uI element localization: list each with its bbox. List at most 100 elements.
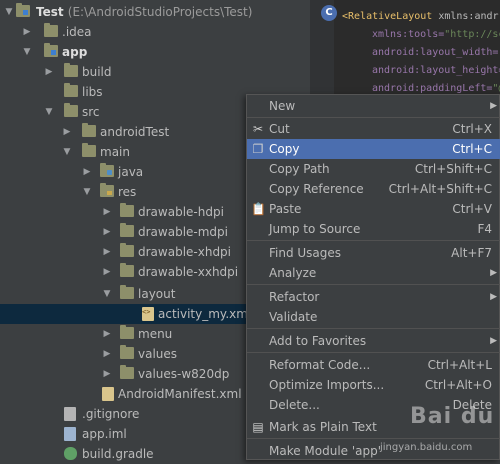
- iml-file-icon: [64, 427, 76, 441]
- menu-item-new[interactable]: New ▶: [247, 96, 500, 116]
- tree-item-label: layout: [138, 287, 176, 301]
- plain-text-icon: ▤: [252, 420, 264, 434]
- chevron-right-icon[interactable]: ▶: [102, 222, 112, 242]
- code-line-4: android:layout_height=: [372, 65, 500, 76]
- tree-item-label: values: [138, 347, 178, 361]
- folder-icon: [120, 223, 134, 237]
- tree-item-label: build: [82, 65, 112, 79]
- menu-item-refactor[interactable]: Refactor ▶: [247, 287, 500, 307]
- chevron-right-icon[interactable]: ▶: [102, 324, 112, 344]
- folder-icon: [120, 243, 134, 257]
- tree-item-label: drawable-xxhdpi: [138, 265, 239, 279]
- menu-separator: [247, 284, 500, 285]
- tree-item-label: libs: [82, 85, 103, 99]
- module-folder-icon: [16, 3, 30, 17]
- tree-item-label: .idea: [62, 25, 92, 39]
- folder-icon: [44, 23, 58, 37]
- copy-icon: ❐: [252, 142, 264, 156]
- submenu-arrow-icon: ▶: [490, 336, 497, 346]
- tree-item-label: res: [118, 185, 137, 199]
- menu-item-find-usages[interactable]: Find Usages Alt+F7: [247, 243, 500, 263]
- chevron-right-icon[interactable]: ▶: [102, 262, 112, 282]
- tree-item-label: build.gradle: [82, 447, 154, 461]
- tree-item-label: drawable-hdpi: [138, 205, 224, 219]
- folder-icon: [64, 103, 78, 117]
- folder-icon: [64, 83, 78, 97]
- menu-separator: [247, 240, 500, 241]
- menu-item-copy-path[interactable]: Copy Path Ctrl+Shift+C: [247, 159, 500, 179]
- menu-item-add-to-favorites[interactable]: Add to Favorites ▶: [247, 331, 500, 351]
- gitignore-file-icon: [64, 407, 76, 421]
- project-name: Test: [36, 5, 64, 19]
- tree-row-root[interactable]: ▼ Test (E:\AndroidStudioProjects\Test): [0, 2, 310, 22]
- tree-item-label: drawable-xhdpi: [138, 245, 232, 259]
- folder-icon: [120, 325, 134, 339]
- folder-icon: [82, 143, 96, 157]
- code-line-3: android:layout_width=": [372, 47, 500, 58]
- chevron-down-icon[interactable]: ▼: [44, 102, 54, 122]
- folder-icon: [82, 123, 96, 137]
- submenu-arrow-icon: ▶: [490, 292, 497, 302]
- chevron-down-icon[interactable]: ▼: [82, 182, 92, 202]
- menu-item-validate[interactable]: Validate: [247, 307, 500, 327]
- chevron-right-icon[interactable]: ▶: [102, 242, 112, 262]
- folder-icon: [120, 345, 134, 359]
- xml-file-icon: [142, 307, 154, 321]
- tree-item-label: androidTest: [100, 125, 170, 139]
- menu-item-cut[interactable]: ✂ Cut Ctrl+X: [247, 119, 500, 139]
- tree-row-build[interactable]: ▶ build: [0, 62, 310, 82]
- tree-item-label: activity_my.xml: [158, 307, 252, 321]
- folder-icon: [120, 365, 134, 379]
- menu-item-reformat-code[interactable]: Reformat Code... Ctrl+Alt+L: [247, 355, 500, 375]
- project-path: (E:\AndroidStudioProjects\Test): [67, 5, 253, 19]
- code-editor[interactable]: C <RelativeLayout xmlns:andr xmlns:tools…: [310, 0, 500, 100]
- menu-item-copy[interactable]: ❐ Copy Ctrl+C: [247, 139, 500, 159]
- menu-item-paste[interactable]: 📋 Paste Ctrl+V: [247, 199, 500, 219]
- gradle-file-icon: [64, 447, 77, 460]
- code-line-2: xmlns:tools="http://sc: [372, 29, 500, 40]
- chevron-right-icon[interactable]: ▶: [22, 22, 32, 42]
- menu-item-optimize-imports[interactable]: Optimize Imports... Ctrl+Alt+O: [247, 375, 500, 395]
- tree-item-label: AndroidManifest.xml: [118, 387, 242, 401]
- menu-separator: [247, 117, 500, 118]
- resource-folder-icon: [100, 183, 114, 197]
- tree-item-label: main: [100, 145, 130, 159]
- chevron-right-icon[interactable]: ▶: [82, 162, 92, 182]
- menu-item-make-module[interactable]: Make Module 'app': [247, 441, 500, 461]
- class-icon: C: [321, 5, 337, 21]
- chevron-down-icon[interactable]: ▼: [102, 284, 112, 304]
- menu-separator: [247, 352, 500, 353]
- chevron-right-icon[interactable]: ▶: [102, 202, 112, 222]
- chevron-down-icon[interactable]: ▼: [4, 2, 14, 22]
- chevron-right-icon[interactable]: ▶: [62, 122, 72, 142]
- tree-item-label: values-w820dp: [138, 367, 230, 381]
- chevron-down-icon[interactable]: ▼: [22, 42, 32, 62]
- tree-item-label: app.iml: [82, 427, 127, 441]
- chevron-right-icon[interactable]: ▶: [44, 62, 54, 82]
- menu-item-copy-reference[interactable]: Copy Reference Ctrl+Alt+Shift+C: [247, 179, 500, 199]
- menu-item-analyze[interactable]: Analyze ▶: [247, 263, 500, 283]
- tree-item-label: src: [82, 105, 100, 119]
- chevron-down-icon[interactable]: ▼: [62, 142, 72, 162]
- menu-item-delete[interactable]: Delete... Delete: [247, 395, 500, 415]
- submenu-arrow-icon: ▶: [490, 268, 497, 278]
- folder-icon: [120, 263, 134, 277]
- scissors-icon: ✂: [252, 122, 264, 136]
- source-folder-icon: [100, 163, 114, 177]
- tree-item-label: drawable-mdpi: [138, 225, 228, 239]
- tree-item-label: app: [62, 45, 88, 59]
- menu-separator: [247, 438, 500, 439]
- paste-icon: 📋: [251, 202, 266, 216]
- chevron-right-icon[interactable]: ▶: [102, 364, 112, 384]
- tree-item-label: .gitignore: [82, 407, 140, 421]
- tree-row-idea[interactable]: ▶ .idea: [0, 22, 310, 42]
- submenu-arrow-icon: ▶: [490, 101, 497, 111]
- chevron-right-icon[interactable]: ▶: [102, 344, 112, 364]
- code-line-1: <RelativeLayout xmlns:andr: [342, 11, 499, 22]
- folder-icon: [120, 203, 134, 217]
- folder-icon: [120, 285, 134, 299]
- tree-row-app[interactable]: ▼ app: [0, 42, 310, 62]
- tree-item-label: menu: [138, 327, 173, 341]
- menu-item-jump-to-source[interactable]: Jump to Source F4: [247, 219, 500, 239]
- menu-item-mark-as-plain-text[interactable]: ▤ Mark as Plain Text: [247, 417, 500, 437]
